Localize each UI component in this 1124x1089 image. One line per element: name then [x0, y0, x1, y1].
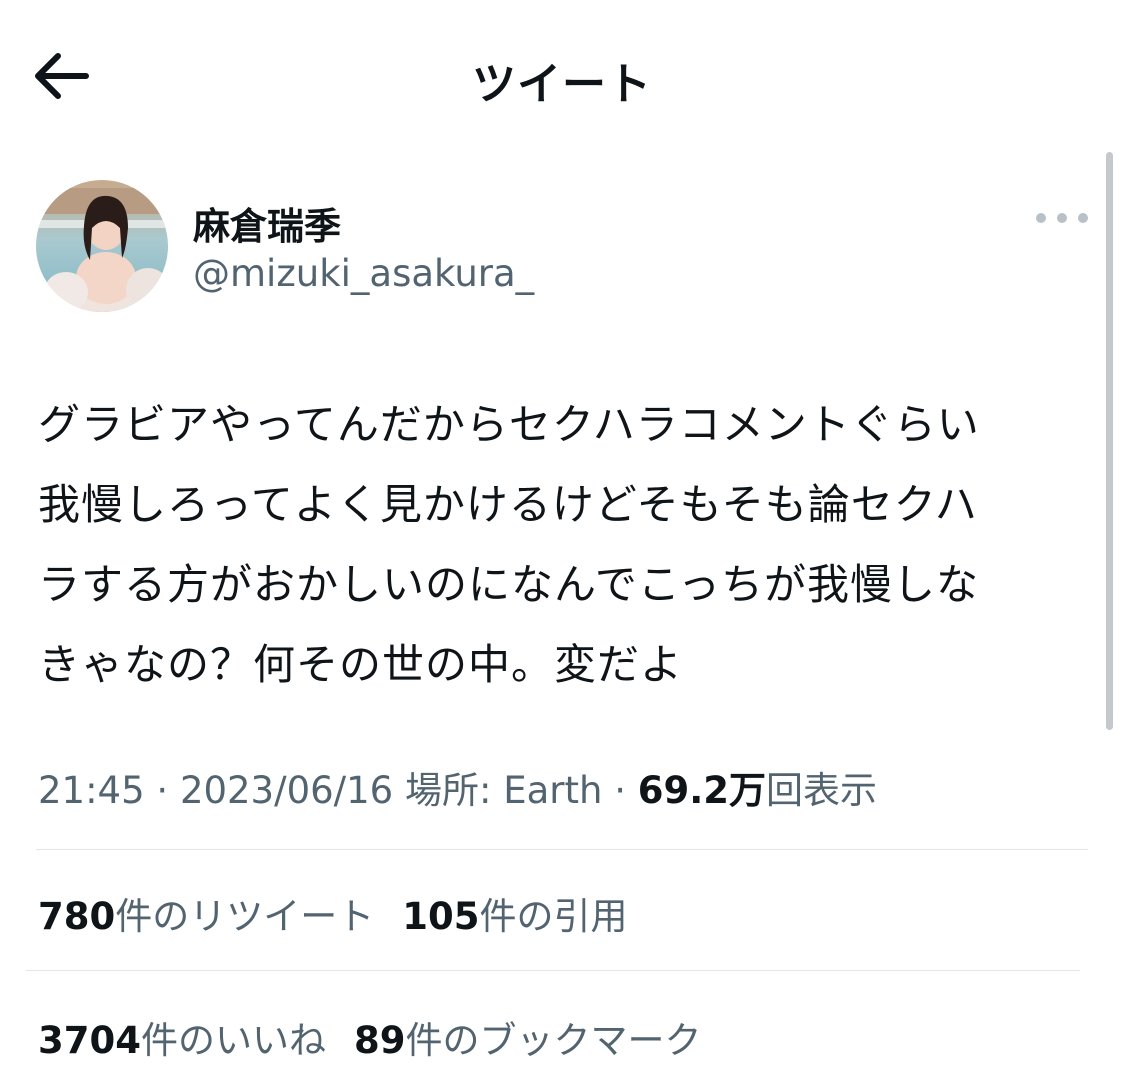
- author-handle[interactable]: @mizuki_asakura_: [193, 252, 534, 295]
- tweet-text: グラビアやってんだからセクハラコメントぐらい 我慢しろってよく見かけるけどそもそ…: [38, 400, 980, 689]
- view-count: 69.2万: [637, 769, 767, 812]
- more-horizontal-icon: [1057, 213, 1067, 223]
- meta-separator: ·: [602, 769, 638, 812]
- like-label: 件のいいね: [140, 1019, 326, 1062]
- quotes-stat[interactable]: 105件の引用: [402, 886, 627, 940]
- retweet-count: 780: [38, 895, 116, 938]
- engagement-row: 780件のリツイート 105件の引用: [38, 886, 627, 940]
- avatar[interactable]: [36, 180, 168, 312]
- author-name[interactable]: 麻倉瑞季: [193, 196, 341, 250]
- bookmark-label: 件のブックマーク: [405, 1019, 702, 1062]
- divider: [26, 970, 1080, 971]
- quote-count: 105: [402, 895, 480, 938]
- tweet-date[interactable]: 2023/06/16: [180, 769, 393, 812]
- page-title: ツイート: [472, 59, 652, 110]
- engagement-row: 3704件のいいね 89件のブックマーク: [38, 1010, 701, 1064]
- like-count: 3704: [38, 1019, 141, 1062]
- divider: [36, 849, 1088, 850]
- more-options-button[interactable]: [1036, 200, 1088, 236]
- scrollbar[interactable]: [1106, 152, 1113, 730]
- tweet-detail-page: ツイート 麻倉瑞季 @mizuki_asakura_ グラビアやってんだからセク…: [0, 0, 1124, 1089]
- retweets-stat[interactable]: 780件のリツイート: [38, 886, 374, 940]
- bookmarks-stat[interactable]: 89件のブックマーク: [354, 1010, 702, 1064]
- tweet-meta: 21:45 · 2023/06/16 場所: Earth · 69.2万回表示: [38, 760, 877, 814]
- view-count-label: 回表示: [766, 769, 878, 812]
- location-label: 場所:: [393, 769, 504, 812]
- header: ツイート: [0, 0, 1124, 150]
- tweet-location: Earth: [503, 769, 603, 812]
- quote-label: 件の引用: [479, 895, 628, 938]
- more-horizontal-icon: [1036, 213, 1046, 223]
- more-horizontal-icon: [1078, 213, 1088, 223]
- bookmark-count: 89: [353, 1019, 406, 1062]
- likes-stat[interactable]: 3704件のいいね: [38, 1010, 326, 1064]
- meta-separator: ·: [144, 769, 180, 812]
- avatar-image: [36, 180, 168, 312]
- retweet-label: 件のリツイート: [115, 895, 375, 938]
- tweet-time[interactable]: 21:45: [38, 769, 145, 812]
